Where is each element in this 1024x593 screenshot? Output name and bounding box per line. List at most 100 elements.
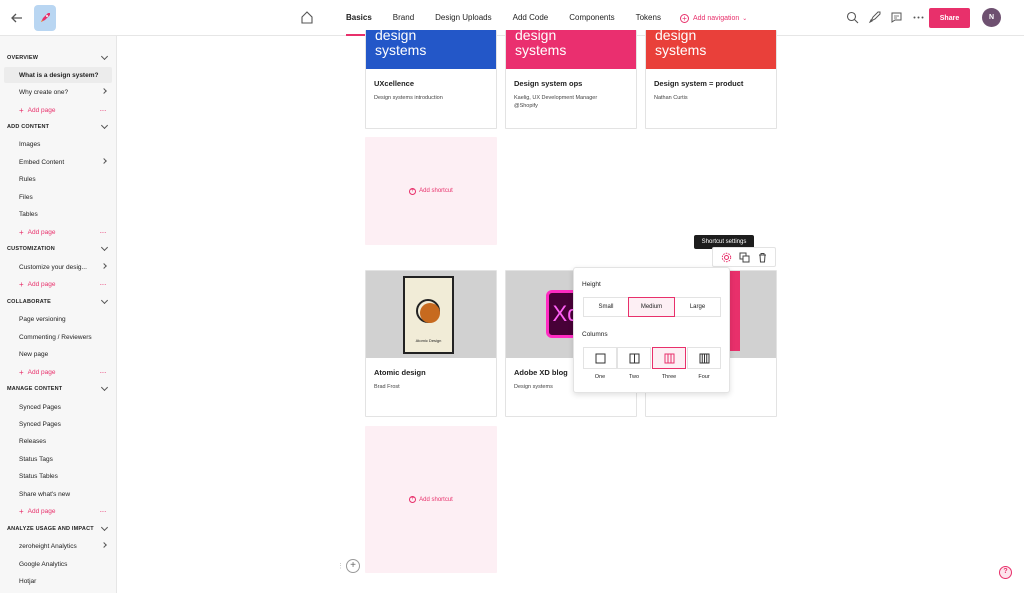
card-banner-text: design systems [655, 30, 707, 58]
sidebar-item-tables[interactable]: Tables [0, 206, 116, 222]
help-icon[interactable]: ? [999, 566, 1012, 579]
sidebar-item-status-tables[interactable]: Status Tables [0, 468, 116, 484]
card-image-art [729, 271, 740, 351]
add-shortcut-placeholder[interactable]: + Add shortcut [365, 426, 497, 573]
plus-icon: + [19, 279, 24, 289]
sidebar-item-releases[interactable]: Releases [0, 433, 116, 449]
chevron-down-icon: ⌄ [742, 15, 748, 22]
avatar[interactable]: N [982, 8, 1001, 27]
sidebar-item-share-whats-new[interactable]: Share what's new [0, 486, 116, 502]
gear-icon[interactable] [721, 252, 732, 263]
sidebar: OVERVIEW What is a design system? Why cr… [0, 36, 117, 593]
add-page-overview[interactable]: + Add page ··· [0, 102, 116, 118]
rocket-launch-icon[interactable] [868, 11, 881, 24]
sidebar-item-customize[interactable]: Customize your desig... [0, 259, 116, 275]
add-shortcut-placeholder[interactable]: + Add shortcut [365, 137, 497, 245]
shortcut-card-design-system-ops[interactable]: design systems Design system ops Kaelig,… [505, 30, 637, 129]
columns-option-three[interactable] [652, 347, 686, 369]
sidebar-item-rules[interactable]: Rules [0, 171, 116, 187]
search-icon[interactable] [846, 11, 859, 24]
sidebar-item-new-page[interactable]: New page [0, 346, 116, 362]
section-overview[interactable]: OVERVIEW [0, 50, 116, 66]
rocket-icon [41, 13, 50, 22]
sidebar-item-label: Hotjar [19, 577, 37, 585]
card-image: Atomic Design [366, 271, 496, 358]
section-analyze-usage[interactable]: ANALYZE USAGE AND IMPACT [0, 521, 116, 537]
sidebar-item-status-tags[interactable]: Status Tags [0, 451, 116, 467]
sidebar-item-commenting[interactable]: Commenting / Reviewers [0, 329, 116, 345]
add-page-label: Add page [27, 507, 56, 515]
card-title: Design system = product [654, 79, 744, 88]
add-page-collaborate[interactable]: + Add page ··· [0, 364, 116, 380]
shortcut-card-design-system-product[interactable]: design systems Design system = product N… [645, 30, 777, 129]
sidebar-item-page-versioning[interactable]: Page versioning [0, 311, 116, 327]
add-page-customization[interactable]: + Add page ··· [0, 276, 116, 292]
sidebar-item-label: Status Tags [19, 455, 53, 463]
sidebar-item-label: Why create one? [19, 88, 69, 96]
drag-handle-icon[interactable]: ⋮ [337, 562, 344, 570]
plus-circle-icon: + [409, 496, 417, 503]
project-logo[interactable] [34, 5, 56, 31]
back-arrow-icon[interactable] [8, 9, 26, 27]
more-icon[interactable] [912, 11, 925, 24]
home-icon[interactable] [300, 10, 314, 24]
plus-icon: + [19, 506, 24, 516]
sidebar-item-embed-content[interactable]: Embed Content [0, 154, 116, 170]
sidebar-item-hotjar[interactable]: Hotjar [0, 573, 116, 589]
sidebar-item-synced-pages[interactable]: Synced Pages [0, 399, 116, 415]
section-label: CUSTOMIZATION [7, 246, 55, 252]
sidebar-item-label: Releases [19, 437, 47, 445]
columns-option-four[interactable] [687, 347, 721, 369]
sidebar-item-why-create[interactable]: Why create one? [0, 84, 116, 100]
card-title: UXcellence [374, 79, 415, 88]
more-icon[interactable]: ··· [100, 280, 107, 289]
columns-label-two: Two [628, 374, 640, 380]
add-block-button[interactable]: + [346, 559, 360, 573]
chevron-down-icon [100, 52, 109, 61]
share-button[interactable]: Share [929, 8, 970, 28]
columns-label-four: Four [698, 374, 710, 380]
columns-label-one: One [594, 374, 606, 380]
more-icon[interactable]: ··· [100, 368, 107, 377]
sidebar-item-label: Files [19, 193, 33, 201]
section-add-content[interactable]: ADD CONTENT [0, 119, 116, 135]
chevron-right-icon [101, 542, 107, 548]
card-banner: design systems [366, 30, 496, 69]
sidebar-item-files[interactable]: Files [0, 189, 116, 205]
sidebar-item-images[interactable]: Images [0, 136, 116, 152]
chevron-down-icon [100, 243, 109, 252]
columns-option-one[interactable] [583, 347, 617, 369]
sidebar-item-zeroheight-analytics[interactable]: zeroheight Analytics [0, 538, 116, 554]
atomic-design-poster: Atomic Design [403, 276, 454, 354]
sidebar-item-synced-pages-2[interactable]: Synced Pages [0, 416, 116, 432]
four-columns-icon [699, 353, 709, 363]
section-manage-content[interactable]: MANAGE CONTENT [0, 381, 116, 397]
shortcut-card-toolbar [712, 247, 776, 267]
height-option-medium[interactable]: Medium [628, 297, 675, 317]
section-label: ANALYZE USAGE AND IMPACT [7, 526, 94, 532]
sidebar-item-google-analytics[interactable]: Google Analytics [0, 556, 116, 572]
more-icon[interactable]: ··· [100, 228, 107, 237]
columns-option-two[interactable] [617, 347, 651, 369]
sidebar-item-label: Images [19, 140, 41, 148]
columns-label-three: Three [661, 374, 677, 380]
comment-icon[interactable] [890, 11, 903, 24]
add-shortcut-label: Add shortcut [419, 496, 453, 503]
more-icon[interactable]: ··· [100, 507, 107, 516]
height-option-small[interactable]: Small [583, 297, 629, 317]
section-collaborate[interactable]: COLLABORATE [0, 294, 116, 310]
section-customization[interactable]: CUSTOMIZATION [0, 241, 116, 257]
add-page-label: Add page [27, 280, 56, 288]
shortcut-card-uxcellence[interactable]: design systems UXcellence Design systems… [365, 30, 497, 129]
sidebar-item-label: Rules [19, 175, 36, 183]
sidebar-item-what-is-design-system[interactable]: What is a design system? [4, 67, 112, 83]
more-icon[interactable]: ··· [100, 106, 107, 115]
trash-icon[interactable] [757, 252, 768, 263]
add-page-add-content[interactable]: + Add page ··· [0, 224, 116, 240]
height-option-large[interactable]: Large [674, 297, 721, 317]
add-navigation-button[interactable]: + Add navigation ⌄ [679, 13, 748, 23]
shortcut-card-atomic-design[interactable]: Atomic Design Atomic design Brad Frost [365, 270, 497, 417]
duplicate-icon[interactable] [739, 252, 750, 263]
add-page-manage-content[interactable]: + Add page ··· [0, 503, 116, 519]
height-label: Height [582, 281, 601, 288]
